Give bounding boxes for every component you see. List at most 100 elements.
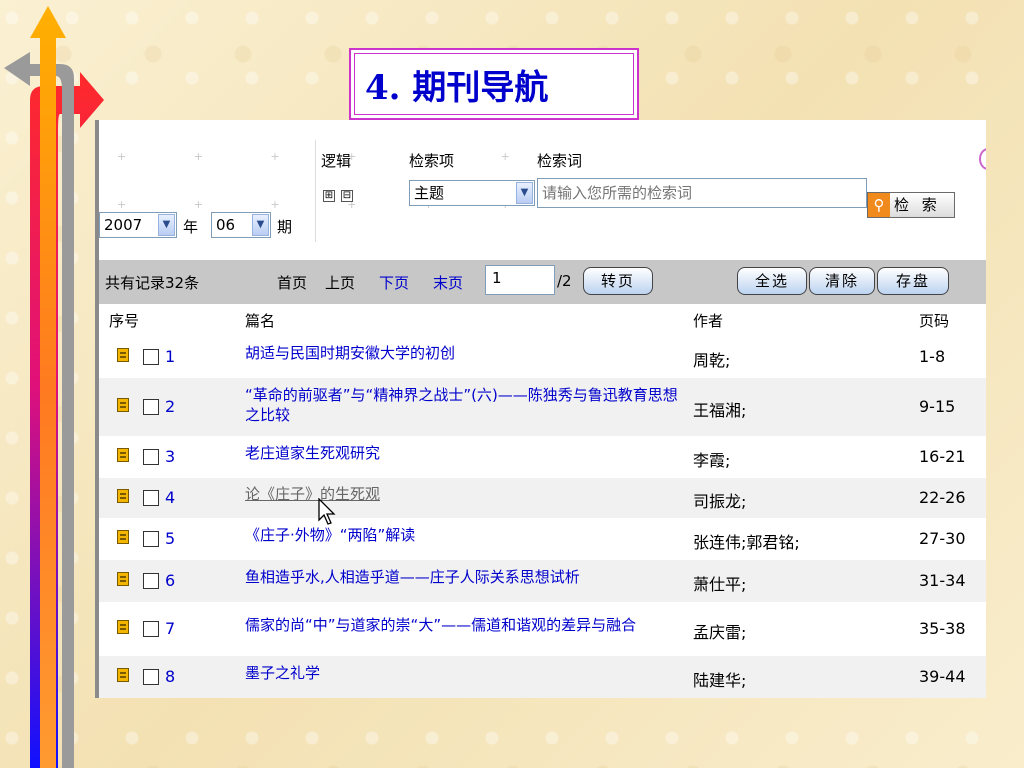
logic-label: 逻辑 [321, 152, 352, 170]
table-row: 8 墨子之礼学 陆建华; 39-44 [99, 656, 986, 698]
table-row: 1 胡适与民国时期安徽大学的初创 周乾; 1-8 [99, 336, 986, 378]
header-no: 序号 [109, 312, 140, 330]
article-title-link[interactable]: 胡适与民国时期安徽大学的初创 [245, 343, 685, 363]
article-author: 萧仕平; [693, 575, 747, 594]
row-checkbox[interactable] [143, 449, 159, 465]
table-row: 6 鱼相造乎水,人相造乎道——庄子人际关系思想试析 萧仕平; 31-34 [99, 560, 986, 602]
article-pages: 16-21 [919, 447, 966, 466]
article-pages: 9-15 [919, 397, 956, 416]
first-page-link[interactable]: 首页 [277, 272, 307, 293]
mouse-cursor-icon [318, 498, 336, 525]
last-page-link[interactable]: 末页 [433, 272, 463, 293]
search-input[interactable] [537, 178, 867, 208]
issue-select[interactable]: 06 ▼ [211, 212, 271, 238]
table-row: 5 《庄子·外物》“两陷”解读 张连伟;郭君铭; 27-30 [99, 518, 986, 560]
search-button[interactable]: ⚲ 检 索 [867, 192, 955, 218]
row-checkbox[interactable] [143, 621, 159, 637]
table-row: 3 老庄道家生死观研究 李霞; 16-21 [99, 436, 986, 478]
table-row: 7 儒家的尚“中”与道家的崇“大”——儒道和谐观的差异与融合 孟庆雷; 35-38 [99, 602, 986, 656]
article-author: 王福湘; [693, 401, 747, 420]
document-icon[interactable] [117, 448, 129, 462]
row-number: 1 [165, 347, 176, 366]
article-author: 司振龙; [693, 492, 747, 511]
row-checkbox[interactable] [143, 490, 159, 506]
document-icon[interactable] [117, 620, 129, 634]
page-number-input[interactable]: 1 [485, 265, 555, 295]
article-title-link[interactable]: 墨子之礼学 [245, 663, 685, 683]
row-number: 7 [165, 619, 176, 638]
table-header: 序号 篇名 作者 页码 [99, 304, 986, 336]
pager-bar: 共有记录32条 首页 上页 下页 末页 1 /2 转页 全选 清除 存盘 [99, 260, 986, 304]
term-label: 检索词 [537, 152, 583, 170]
slide-title: 4. 期刊导航 [349, 48, 639, 120]
article-pages: 39-44 [919, 667, 966, 686]
table-row: 4 论《庄子》的生死观 司振龙; 22-26 [99, 478, 986, 518]
article-author: 张连伟;郭君铭; [693, 533, 800, 552]
document-icon[interactable] [117, 348, 129, 362]
row-checkbox[interactable] [143, 531, 159, 547]
article-author: 孟庆雷; [693, 623, 747, 642]
toolbar-divider [315, 140, 316, 242]
article-title-link[interactable]: 老庄道家生死观研究 [245, 443, 685, 463]
article-pages: 35-38 [919, 619, 966, 638]
field-label: 检索项 [409, 152, 455, 170]
select-all-button[interactable]: 全选 [737, 267, 807, 295]
journal-navigation-screenshot: + + + + + + + + + + + + 逻辑 检索项 检索词 ⊞ ⊟ 主… [95, 120, 986, 698]
issue-label: 期 [277, 218, 293, 236]
article-title-link[interactable]: “革命的前驱者”与“精神界之战士”(六)——陈独秀与鲁迅教育思想之比较 [245, 385, 685, 425]
issue-select-value: 06 [216, 216, 236, 234]
prev-page-link[interactable]: 上页 [325, 272, 355, 293]
next-page-link[interactable]: 下页 [379, 272, 409, 293]
search-icon: ⚲ [868, 193, 890, 217]
article-pages: 27-30 [919, 529, 966, 548]
document-icon[interactable] [117, 398, 129, 412]
header-author: 作者 [693, 312, 724, 330]
document-icon[interactable] [117, 489, 129, 503]
row-number: 3 [165, 447, 176, 466]
article-title-link[interactable]: 鱼相造乎水,人相造乎道——庄子人际关系思想试析 [245, 567, 685, 587]
document-icon[interactable] [117, 668, 129, 682]
year-select[interactable]: 2007 ▼ [99, 212, 177, 238]
search-toolbar: + + + + + + + + + + + + 逻辑 检索项 检索词 ⊞ ⊟ 主… [99, 120, 986, 242]
decorative-arrows [4, 6, 104, 768]
article-title-link[interactable]: 儒家的尚“中”与道家的崇“大”——儒道和谐观的差异与融合 [245, 615, 685, 635]
table-row: 2 “革命的前驱者”与“精神界之战士”(六)——陈独秀与鲁迅教育思想之比较 王福湘;… [99, 378, 986, 436]
document-icon[interactable] [117, 572, 129, 586]
article-title-link[interactable]: 论《庄子》的生死观 [245, 484, 685, 504]
article-pages: 22-26 [919, 488, 966, 507]
page-total: /2 [557, 272, 572, 290]
goto-page-button[interactable]: 转页 [583, 267, 653, 295]
row-number: 5 [165, 529, 176, 548]
collapse-icon[interactable]: ⊟ [341, 190, 353, 202]
row-number: 4 [165, 488, 176, 507]
row-number: 6 [165, 571, 176, 590]
record-count: 共有记录32条 [105, 274, 200, 292]
decorative-circle [979, 148, 986, 170]
header-pages: 页码 [919, 312, 950, 330]
article-pages: 1-8 [919, 347, 946, 366]
search-button-label: 检 索 [894, 196, 941, 214]
field-select-value: 主题 [414, 184, 445, 202]
article-pages: 31-34 [919, 571, 966, 590]
article-author: 陆建华; [693, 671, 747, 690]
chevron-down-icon[interactable]: ▼ [252, 214, 269, 236]
chevron-down-icon[interactable]: ▼ [516, 182, 533, 204]
save-button[interactable]: 存盘 [877, 267, 949, 295]
document-icon[interactable] [117, 530, 129, 544]
chevron-down-icon[interactable]: ▼ [158, 214, 175, 236]
article-author: 李霞; [693, 451, 731, 470]
row-checkbox[interactable] [143, 349, 159, 365]
row-number: 2 [165, 397, 176, 416]
row-number: 8 [165, 667, 176, 686]
row-checkbox[interactable] [143, 573, 159, 589]
row-checkbox[interactable] [143, 399, 159, 415]
year-select-value: 2007 [104, 216, 143, 234]
row-checkbox[interactable] [143, 669, 159, 685]
expand-icon[interactable]: ⊞ [323, 190, 335, 202]
year-label: 年 [183, 218, 199, 236]
clear-button[interactable]: 清除 [809, 267, 875, 295]
article-author: 周乾; [693, 351, 731, 370]
field-select[interactable]: 主题 ▼ [409, 180, 535, 206]
header-title: 篇名 [245, 312, 276, 330]
article-title-link[interactable]: 《庄子·外物》“两陷”解读 [245, 525, 685, 545]
